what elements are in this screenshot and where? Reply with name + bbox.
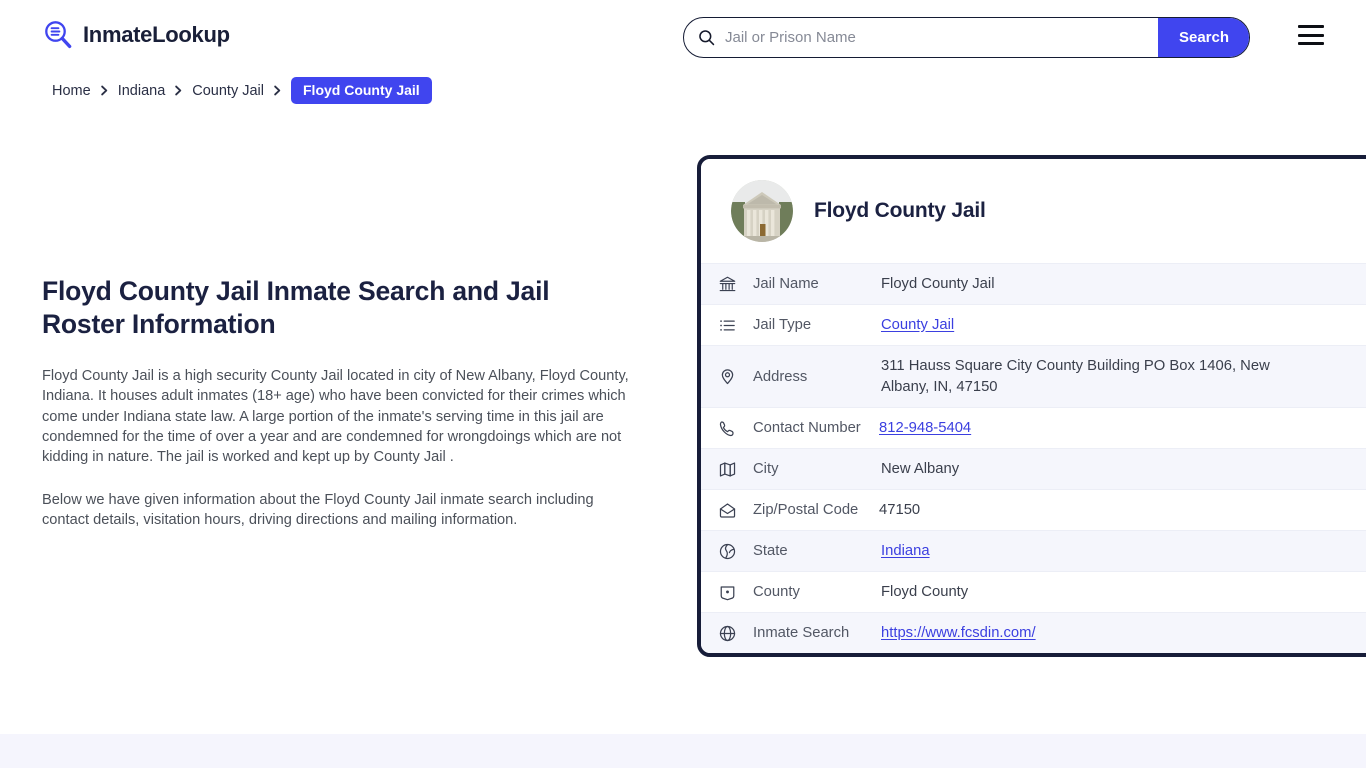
breadcrumb: Home Indiana County Jail Floyd County Ja… [52, 77, 432, 104]
jail-type-link[interactable]: County Jail [881, 317, 954, 333]
page-title: Floyd County Jail Inmate Search and Jail… [42, 276, 550, 339]
chevron-right-icon [174, 85, 183, 96]
row-label: State [753, 543, 788, 559]
breadcrumb-item-county-jail[interactable]: County Jail [192, 83, 264, 99]
footer-band [0, 734, 1366, 768]
search-input[interactable] [715, 18, 1158, 57]
table-row: Jail Name Floyd County Jail [701, 263, 1366, 304]
globe-icon [718, 624, 753, 643]
hamburger-bar [1298, 42, 1324, 45]
brand-name: InmateLookup [83, 22, 230, 47]
badge-flag-icon [718, 583, 753, 602]
hamburger-bar [1298, 33, 1324, 37]
courthouse-building-photo [731, 180, 793, 242]
row-value: 311 Hauss Square City County Building PO… [881, 357, 1270, 395]
row-value: New Albany [881, 460, 960, 477]
avatar [731, 180, 793, 242]
search-icon [684, 29, 715, 46]
phone-icon [718, 419, 753, 438]
chevron-right-icon [273, 85, 282, 96]
row-value: 812-948-5404 [879, 418, 989, 439]
inmate-search-link[interactable]: https://www.fcsdin.com/ [881, 625, 1036, 641]
magnifier-list-icon [42, 19, 74, 51]
hamburger-menu-icon[interactable] [1298, 25, 1324, 45]
jail-info-card: Floyd County Jail Jail Name Floyd County… [697, 155, 1366, 657]
main-content: Floyd County Jail Inmate Search and Jail… [42, 275, 632, 552]
secondary-paragraph: Below we have given information about th… [42, 491, 594, 528]
breadcrumb-item-indiana[interactable]: Indiana [118, 83, 166, 99]
row-label: Address [753, 368, 808, 385]
table-row: Inmate Search https://www.fcsdin.com/ [701, 612, 1366, 653]
state-link[interactable]: Indiana [881, 543, 930, 559]
row-label: Zip/Postal Code [753, 502, 859, 518]
map-icon [718, 460, 753, 479]
row-value: County Jail [881, 315, 972, 336]
row-label: Inmate Search [753, 625, 850, 641]
list-icon [718, 316, 753, 335]
row-label: Jail Type [753, 317, 812, 333]
jail-card-title: Floyd County Jail [814, 199, 986, 222]
row-label: Contact Number [753, 420, 861, 436]
envelope-icon [718, 501, 753, 520]
row-value: Floyd County [881, 583, 969, 600]
intro-paragraph: Floyd County Jail is a high security Cou… [42, 368, 629, 466]
table-row: Zip/Postal Code 47150 [701, 489, 1366, 530]
table-row: Address 311 Hauss Square City County Bui… [701, 345, 1366, 407]
search-bar[interactable]: Search [683, 17, 1250, 58]
jail-card-header: Floyd County Jail [701, 159, 1366, 263]
map-pin-icon [718, 367, 753, 386]
row-label: County [753, 584, 800, 600]
breadcrumb-current-page: Floyd County Jail [291, 77, 432, 104]
bank-icon [718, 275, 753, 294]
row-label: Jail Name [753, 276, 819, 292]
row-value: Floyd County Jail [881, 275, 995, 292]
chevron-right-icon [100, 85, 109, 96]
site-header: InmateLookup Search [0, 0, 1366, 74]
table-row: Jail Type County Jail [701, 304, 1366, 345]
row-value: 47150 [879, 501, 921, 518]
globe-shield-icon [718, 542, 753, 561]
page-root: InmateLookup Search Home Indiana [0, 0, 1366, 768]
row-value: https://www.fcsdin.com/ [881, 623, 1054, 644]
table-row: County Floyd County [701, 571, 1366, 612]
table-row: City New Albany [701, 448, 1366, 489]
contact-number-link[interactable]: 812-948-5404 [879, 420, 971, 436]
brand-logo-link[interactable]: InmateLookup [42, 19, 230, 51]
table-row: State Indiana [701, 530, 1366, 571]
breadcrumb-item-home[interactable]: Home [52, 83, 91, 99]
jail-info-table: Jail Name Floyd County Jail Jail Type Co… [701, 263, 1366, 653]
row-label: City [753, 461, 779, 477]
row-value: Indiana [881, 541, 948, 562]
search-button[interactable]: Search [1158, 18, 1249, 57]
table-row: Contact Number 812-948-5404 [701, 407, 1366, 448]
hamburger-bar [1298, 25, 1324, 28]
